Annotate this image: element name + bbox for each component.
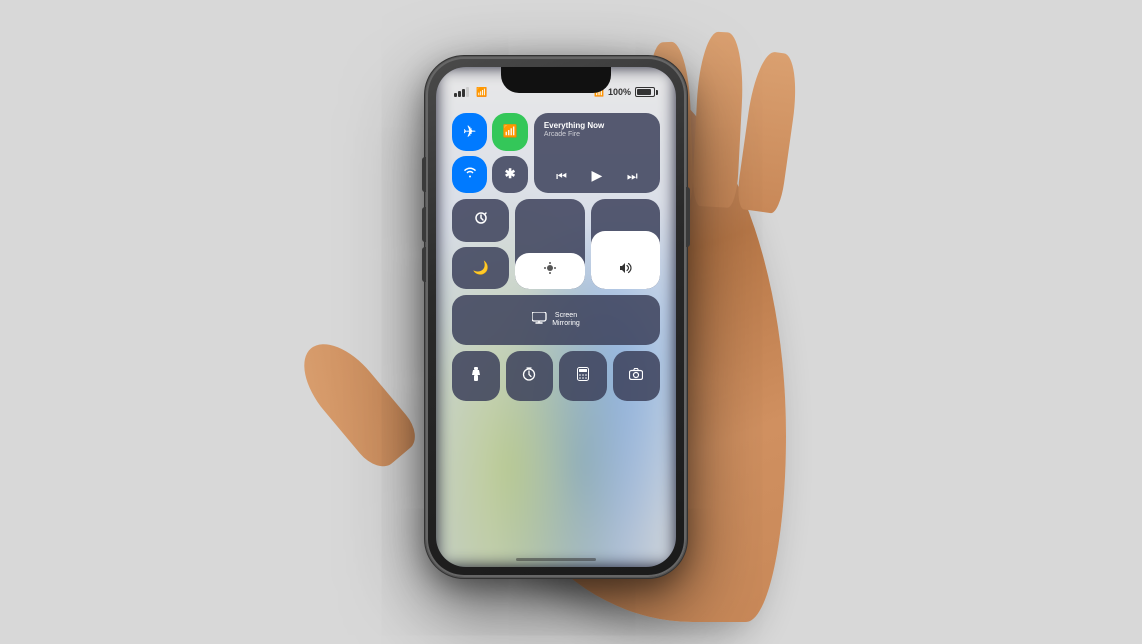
signal-bar-3: [462, 89, 465, 97]
battery-fill: [637, 89, 651, 95]
cellular-button[interactable]: 📶: [492, 113, 527, 151]
cellular-icon: 📶: [503, 124, 518, 139]
bluetooth-icon-cc: ✱: [505, 166, 516, 182]
play-pause-button[interactable]: ▶: [592, 168, 603, 185]
wifi-button[interactable]: [452, 156, 487, 194]
finger-middle: [691, 31, 745, 208]
wifi-icon-cc: [463, 166, 477, 182]
phone-wrapper: 📶 📶 100%: [426, 57, 686, 577]
signal-bar-4: [466, 87, 469, 97]
signal-bar-1: [454, 93, 457, 97]
connectivity-group: ✈ 📶: [452, 113, 528, 193]
wifi-status-icon: 📶: [476, 87, 487, 98]
row-middle: 🌙: [452, 199, 660, 289]
airplane-icon: ✈: [463, 122, 476, 142]
volume-icon: [618, 261, 632, 279]
battery-tip: [656, 90, 658, 95]
timer-icon: [522, 367, 536, 385]
row-bottom-utilities: [452, 351, 660, 401]
battery-body: [635, 87, 655, 97]
row-connectivity-nowplaying: ✈ 📶: [452, 113, 660, 193]
do-not-disturb-button[interactable]: 🌙: [452, 247, 509, 290]
moon-icon: 🌙: [473, 260, 489, 276]
bluetooth-button[interactable]: ✱: [492, 156, 527, 194]
next-track-button[interactable]: ⏭: [627, 169, 638, 184]
row-screen-mirroring: ScreenMirroring: [452, 295, 660, 345]
phone-body: 📶 📶 100%: [426, 57, 686, 577]
calculator-icon: [577, 367, 589, 385]
volume-fill: [591, 231, 660, 290]
camera-button[interactable]: [613, 351, 661, 401]
status-left: 📶: [454, 87, 487, 98]
finger-thumb: [288, 329, 424, 475]
flashlight-icon: [471, 367, 481, 385]
volume-slider[interactable]: [591, 199, 660, 289]
battery-icon: [635, 87, 658, 97]
notch: [501, 67, 611, 93]
home-indicator: [516, 558, 596, 561]
prev-track-button[interactable]: ⏮: [556, 169, 567, 184]
screen-mirroring-button[interactable]: ScreenMirroring: [452, 295, 660, 345]
now-playing-tile[interactable]: Everything Now Arcade Fire ⏮ ▶ ⏭: [534, 113, 660, 193]
brightness-slider[interactable]: [515, 199, 584, 289]
calculator-button[interactable]: [559, 351, 607, 401]
now-playing-info: Everything Now Arcade Fire: [544, 121, 650, 138]
timer-button[interactable]: [506, 351, 554, 401]
screen-mirroring-label: ScreenMirroring: [552, 312, 580, 329]
middle-row-left: 🌙: [452, 199, 509, 289]
control-center: ✈ 📶: [446, 107, 666, 517]
signal-bar-2: [458, 91, 461, 97]
flashlight-button[interactable]: [452, 351, 500, 401]
signal-bars: [454, 87, 469, 97]
media-controls: ⏮ ▶ ⏭: [544, 168, 650, 185]
track-title: Everything Now: [544, 121, 650, 131]
brightness-icon: [543, 261, 557, 279]
battery-percent-label: 100%: [608, 87, 631, 97]
airplane-mode-button[interactable]: ✈: [452, 113, 487, 151]
phone-screen: 📶 📶 100%: [436, 67, 676, 567]
track-artist: Arcade Fire: [544, 131, 650, 138]
screen-mirroring-icon: [532, 311, 548, 329]
camera-icon: [629, 368, 643, 384]
finger-index: [735, 50, 802, 215]
orientation-lock-button[interactable]: [452, 199, 509, 242]
orientation-lock-icon: [473, 210, 489, 230]
scene: 📶 📶 100%: [296, 12, 846, 632]
